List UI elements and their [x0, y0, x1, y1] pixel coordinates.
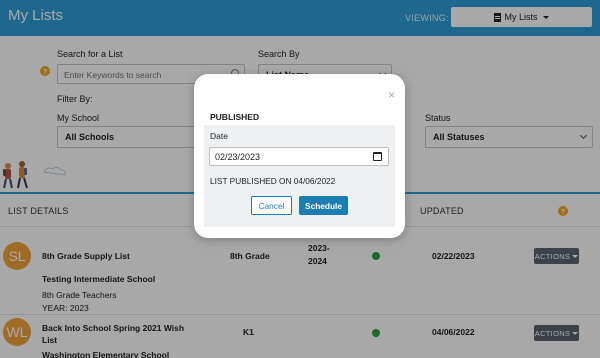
modal-title: PUBLISHED	[210, 112, 260, 122]
cancel-button[interactable]: Cancel	[251, 196, 292, 215]
published-text: LIST PUBLISHED ON 04/06/2022	[210, 176, 336, 186]
date-value: 02/23/2023	[215, 151, 261, 162]
calendar-icon[interactable]	[373, 152, 382, 161]
publish-modal: × PUBLISHED Date 02/23/2023 LIST PUBLISH…	[194, 74, 405, 238]
close-icon[interactable]: ×	[388, 89, 395, 101]
date-input[interactable]: 02/23/2023	[209, 147, 389, 166]
date-label: Date	[210, 131, 228, 141]
schedule-button[interactable]: Schedule	[299, 196, 348, 215]
modal-panel: Date 02/23/2023 LIST PUBLISHED ON 04/06/…	[204, 125, 395, 227]
